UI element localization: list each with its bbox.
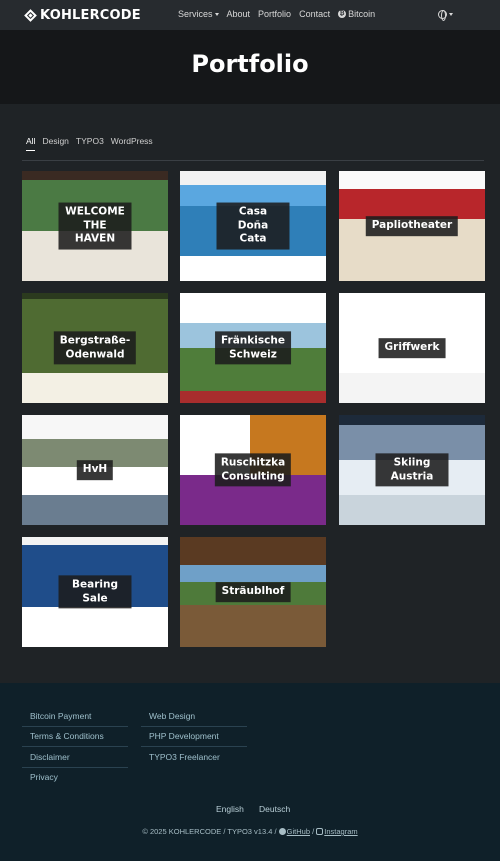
card-label: Sträublhof xyxy=(215,582,291,602)
footer-divider xyxy=(22,746,128,747)
footer-link-disclaimer[interactable]: Disclaimer xyxy=(30,752,70,762)
portfolio-filter-bar: All Design TYPO3 WordPress xyxy=(26,136,160,151)
footer-divider xyxy=(141,726,247,727)
portfolio-card-fraenkische-schweiz[interactable]: Fränkische Schweiz xyxy=(180,293,326,403)
brand-name: KOHLERCODE xyxy=(40,7,141,23)
top-navbar: KOHLERCODE Services About Portfolio Cont… xyxy=(0,0,500,30)
card-label: Bergstraße- Odenwald xyxy=(53,331,137,365)
diamond-logo-icon xyxy=(24,8,37,22)
footer-lang-english[interactable]: English xyxy=(216,804,244,814)
footer-lang-deutsch[interactable]: Deutsch xyxy=(259,804,290,814)
portfolio-card-skiing-austria[interactable]: Skiing Austria xyxy=(339,415,485,525)
footer-link-terms[interactable]: Terms & Conditions xyxy=(30,731,104,741)
nav-about[interactable]: About xyxy=(227,9,251,19)
caret-down-icon xyxy=(449,13,453,16)
card-label: Griffwerk xyxy=(378,338,446,358)
footer-divider xyxy=(22,767,128,768)
footer-link-bitcoin-payment[interactable]: Bitcoin Payment xyxy=(30,711,91,721)
footer-divider xyxy=(22,726,128,727)
nav-portfolio[interactable]: Portfolio xyxy=(258,9,291,19)
copyright-line: © 2025 KOHLERCODE / TYPO3 v13.4 / GitHub… xyxy=(142,827,358,836)
footer-link-php-development[interactable]: PHP Development xyxy=(149,731,219,741)
brand-logo-link[interactable]: KOHLERCODE xyxy=(24,7,141,23)
card-label: Skiing Austria xyxy=(375,453,449,487)
filter-divider xyxy=(22,160,484,161)
instagram-icon xyxy=(316,828,324,835)
globe-icon xyxy=(438,10,447,21)
portfolio-card-papliotheater[interactable]: Papliotheater xyxy=(339,171,485,281)
card-label: WELCOME THE HAVEN xyxy=(58,202,132,250)
portfolio-card-straeublhof[interactable]: Sträublhof xyxy=(180,537,326,647)
portfolio-card-ruschitzka-consulting[interactable]: Ruschitzka Consulting xyxy=(180,415,326,525)
nav-bitcoin[interactable]: ₿ Bitcoin xyxy=(338,9,375,19)
nav-services-label: Services xyxy=(178,9,213,19)
card-label: Casa Doña Cata xyxy=(216,202,290,250)
github-icon xyxy=(278,828,286,835)
footer-link-web-design[interactable]: Web Design xyxy=(149,711,195,721)
portfolio-card-griffwerk[interactable]: Griffwerk xyxy=(339,293,485,403)
filter-typo3[interactable]: TYPO3 xyxy=(76,136,104,151)
footer-divider xyxy=(141,746,247,747)
nav-services-dropdown[interactable]: Services xyxy=(178,9,219,19)
portfolio-card-bearing-sale[interactable]: Bearing Sale xyxy=(22,537,168,647)
page-title: Portfolio xyxy=(191,50,309,78)
typo3-version: TYPO3 v13.4 xyxy=(227,827,273,836)
footer-link-typo3-freelancer[interactable]: TYPO3 Freelancer xyxy=(149,752,220,762)
github-link[interactable]: GitHub xyxy=(287,827,310,836)
portfolio-card-the-haven[interactable]: WELCOME THE HAVEN xyxy=(22,171,168,281)
nav-bitcoin-label: Bitcoin xyxy=(348,9,376,19)
card-label: Fränkische Schweiz xyxy=(215,331,291,365)
footer-link-privacy[interactable]: Privacy xyxy=(30,772,58,782)
filter-design[interactable]: Design xyxy=(42,136,68,151)
language-dropdown[interactable] xyxy=(438,10,453,21)
nav-contact[interactable]: Contact xyxy=(299,9,330,19)
instagram-link[interactable]: Instagram xyxy=(324,827,357,836)
portfolio-card-bergstrasse-odenwald[interactable]: Bergstraße- Odenwald xyxy=(22,293,168,403)
filter-all[interactable]: All xyxy=(26,136,36,151)
card-label: Ruschitzka Consulting xyxy=(214,453,292,487)
card-label: HvH xyxy=(76,460,114,480)
card-label: Papliotheater xyxy=(365,216,459,236)
card-label: Bearing Sale xyxy=(58,575,132,609)
caret-down-icon xyxy=(214,12,219,16)
bitcoin-icon: ₿ xyxy=(338,10,347,18)
portfolio-card-casa-dona-cata[interactable]: Casa Doña Cata xyxy=(180,171,326,281)
portfolio-card-hvh[interactable]: HvH xyxy=(22,415,168,525)
main-nav: Services About Portfolio Contact ₿ Bitcoi… xyxy=(178,9,383,19)
copyright-text: © 2025 KOHLERCODE xyxy=(142,827,222,836)
filter-wordpress[interactable]: WordPress xyxy=(111,136,153,151)
